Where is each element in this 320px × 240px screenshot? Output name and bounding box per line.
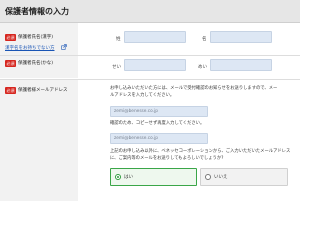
email-description-line1: お申し込みいただいた方には、メールで受付確認のお知らせをお送りしますので、メー bbox=[110, 86, 278, 91]
field-label-name-kana: 保護者氏名(かな) bbox=[18, 61, 54, 66]
required-badge: 必須 bbox=[5, 34, 16, 41]
consent-option-yes[interactable]: はい bbox=[110, 168, 197, 186]
sei-prefix: 姓 bbox=[116, 37, 121, 42]
required-badge: 必須 bbox=[5, 60, 16, 67]
sei-kana-input[interactable] bbox=[124, 59, 186, 71]
consent-option-no-label: いいえ bbox=[214, 175, 228, 180]
email-description-line2: ルアドレスを入力してください。 bbox=[110, 93, 175, 98]
consent-option-yes-label: はい bbox=[124, 175, 133, 180]
no-kanji-name-link[interactable]: 漢字名をお持ちでない方 bbox=[5, 45, 55, 51]
external-link-icon bbox=[61, 44, 67, 50]
mei-prefix: 名 bbox=[202, 37, 207, 42]
radio-selected-icon bbox=[115, 174, 121, 180]
field-label-email: 保護者様メールアドレス bbox=[18, 88, 68, 93]
required-badge: 必須 bbox=[5, 87, 16, 94]
sei-kanji-input[interactable] bbox=[124, 31, 186, 43]
email-input[interactable]: zemi@benesse.co.jp bbox=[110, 106, 208, 117]
mei-kana-prefix: めい bbox=[198, 65, 207, 70]
field-label-name-kanji: 保護者氏名(漢字) bbox=[18, 35, 54, 40]
sei-kana-prefix: せい bbox=[112, 65, 121, 70]
email-confirm-note: 確認のため、コピーせず再度入力してください。 bbox=[110, 121, 205, 126]
page-title: 保護者情報の入力 bbox=[5, 7, 69, 16]
guardian-info-form: 保護者情報の入力 必須 保護者氏名(漢字) 漢字名をお持ちでない方 姓 名 必須… bbox=[0, 0, 300, 201]
consent-question-line2: に、ご案内等のメールをお送りしてもよろしいでしょうか? bbox=[110, 156, 224, 161]
mei-kana-input[interactable] bbox=[210, 59, 272, 71]
consent-option-no[interactable]: いいえ bbox=[200, 168, 288, 186]
mei-kanji-input[interactable] bbox=[210, 31, 272, 43]
radio-unselected-icon bbox=[205, 174, 211, 180]
consent-question-line1: 上記のお申し込み以外に、ベネッセコーポレーションから、ご入力いただいたメールアド… bbox=[110, 149, 291, 154]
section-header: 保護者情報の入力 bbox=[0, 0, 300, 23]
label-column-email bbox=[0, 80, 78, 201]
email-confirm-input[interactable]: zemi@benesse.co.jp bbox=[110, 133, 208, 144]
